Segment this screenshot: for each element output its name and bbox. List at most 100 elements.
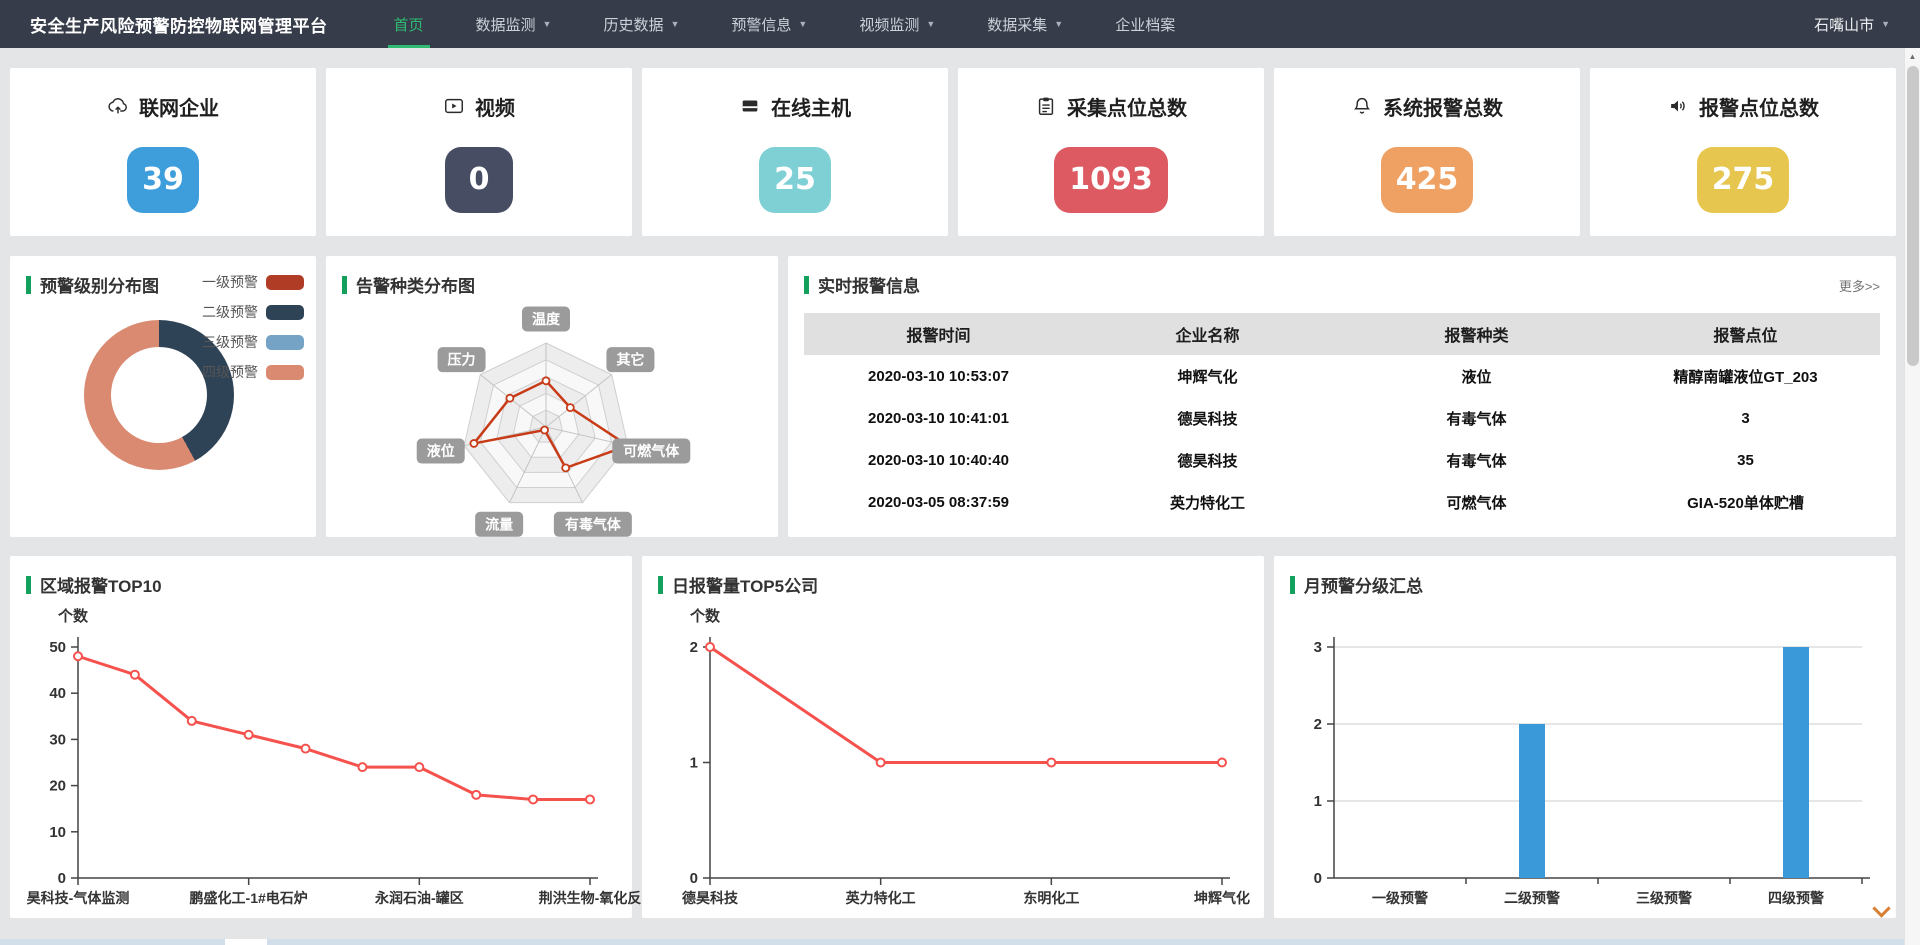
nav-item-home[interactable]: 首页 [368,0,450,48]
stat-cards-row: 联网企业39视频0在线主机25采集点位总数1093系统报警总数425报警点位总数… [10,68,1896,236]
cloud-upload-icon [107,95,129,117]
donut-hole [111,347,207,443]
title-bar-icon [658,576,663,594]
chevron-down-icon: ▼ [1881,19,1890,29]
nav-item-history-data[interactable]: 历史数据 ▼ [577,0,705,48]
clipboard-icon [1035,95,1057,117]
chevron-down-icon: ▼ [543,19,552,29]
title-bar-icon [342,276,347,294]
svg-text:1: 1 [690,755,698,772]
nav-item-video-monitor[interactable]: 视频监测▼ [833,0,961,48]
table-cell: 2020-03-10 10:53:07 [804,355,1073,397]
table-cell: 有毒气体 [1342,439,1611,481]
region-top10-card: 区域报警TOP10 01020304050个数昊科技-气体监测鹏盛化工-1#电石… [10,556,632,918]
svg-text:有毒气体: 有毒气体 [565,516,622,532]
legend-swatch [266,365,304,380]
realtime-alarm-title: 实时报警信息 [788,256,1896,297]
nav-item-label: 历史数据 [603,14,663,35]
table-cell: 坤辉气化 [1073,355,1342,397]
svg-text:其它: 其它 [616,352,644,368]
next-row-peek [0,939,1904,945]
legend-label: 一级预警 [202,272,258,292]
svg-text:2: 2 [1314,716,1322,733]
stat-card-label: 系统报警总数 [1383,92,1503,121]
svg-text:0: 0 [58,870,66,887]
svg-text:0: 0 [1314,870,1322,887]
stat-card-collect-points-total: 采集点位总数1093 [958,68,1264,236]
stat-card-value: 275 [1697,147,1790,213]
region-top10-line-chart: 01020304050个数昊科技-气体监测鹏盛化工-1#电石炉永润石油-罐区荆洪… [18,599,618,914]
legend-item[interactable]: 三级预警 [202,332,304,352]
alarm-kind-card: 告警种类分布图 温度其它可燃气体有毒气体流量液位压力 [326,256,778,537]
nav-item-enterprise-archive[interactable]: 企业档案 [1089,0,1201,48]
video-icon [443,95,465,117]
svg-text:压力: 压力 [448,352,476,368]
title-bar-icon [804,276,809,294]
legend-label: 三级预警 [202,332,258,352]
svg-text:二级预警: 二级预警 [1504,890,1560,906]
nav-item-warning-info[interactable]: 预警信息▼ [705,0,833,48]
table-cell: 德昊科技 [1073,397,1342,439]
stat-card-label: 在线主机 [771,92,851,121]
stat-card-videos: 视频 0 [326,68,632,236]
legend-item[interactable]: 二级预警 [202,302,304,322]
dashboard-main: 联网企业39视频0在线主机25采集点位总数1093系统报警总数425报警点位总数… [0,68,1920,918]
stat-card-value: 25 [759,147,831,213]
legend-swatch [266,335,304,350]
nav-item-data-collect[interactable]: 数据采集▼ [961,0,1089,48]
stat-card-alarm-points-total: 报警点位总数275 [1590,68,1896,236]
svg-text:个数: 个数 [57,607,89,625]
svg-text:昊科技-气体监测: 昊科技-气体监测 [27,890,130,906]
table-cell: 液位 [1342,355,1611,397]
speaker-icon [1667,95,1689,117]
stat-card-header: 视频 [443,92,515,121]
table-row[interactable]: 2020-03-10 10:41:01德昊科技有毒气体3 [804,397,1880,439]
stat-card-label: 采集点位总数 [1067,92,1187,121]
svg-text:德昊科技: 德昊科技 [682,890,739,906]
table-row[interactable]: 2020-03-05 08:37:59英力特化工可燃气体GIA-520单体贮槽 [804,481,1880,523]
svg-text:荆洪生物-氧化反: 荆洪生物-氧化反 [539,890,642,906]
svg-text:英力特化工: 英力特化工 [845,890,916,906]
alarm-column-header: 报警时间 [804,313,1073,355]
legend-item[interactable]: 一级预警 [202,272,304,292]
stat-card-value: 0 [445,147,513,213]
alarm-kind-title: 告警种类分布图 [326,256,778,297]
table-cell: 可燃气体 [1342,481,1611,523]
nav-item-label: 数据采集 [987,14,1047,35]
scrollbar-thumb[interactable] [1907,66,1919,366]
nav-item-data-monitor[interactable]: 数据监测▼ [450,0,578,48]
table-cell: 2020-03-10 10:41:01 [804,397,1073,439]
monthly-summary-card: 月预警分级汇总 0123一级预警二级预警三级预警四级预警 [1274,556,1896,918]
svg-text:个数: 个数 [689,607,721,625]
svg-text:10: 10 [49,824,66,841]
svg-text:三级预警: 三级预警 [1636,890,1692,906]
table-row[interactable]: 2020-03-10 10:53:07坤辉气化液位精醇南罐液位GT_203 [804,355,1880,397]
donut-legend: 一级预警二级预警三级预警四级预警 [202,272,304,382]
svg-text:坤辉气化: 坤辉气化 [1194,890,1250,906]
alarm-column-header: 报警种类 [1342,313,1611,355]
realtime-alarm-card: 实时报警信息 更多>> 报警时间企业名称报警种类报警点位 2020-03-10 … [788,256,1896,537]
svg-text:四级预警: 四级预警 [1768,890,1824,906]
table-row[interactable]: 2020-03-10 10:40:40德昊科技有毒气体35 [804,439,1880,481]
nav-menu: 首页数据监测▼历史数据▼预警信息▼视频监测▼数据采集▼企业档案 [368,0,1202,48]
stat-card-label: 视频 [475,92,515,121]
scrollbar[interactable]: ▲ [1904,48,1920,945]
svg-text:温度: 温度 [532,311,561,327]
nav-item-label: 首页 [394,14,424,35]
stat-card-header: 联网企业 [107,92,219,121]
stat-card-header: 采集点位总数 [1035,92,1187,121]
legend-item[interactable]: 四级预警 [202,362,304,382]
chevron-down-icon: ▼ [926,19,935,29]
bell-icon [1351,95,1373,117]
svg-text:3: 3 [1314,639,1322,656]
next-row-peek-notch [225,939,267,945]
daily-top5-card: 日报警量TOP5公司 012个数德昊科技英力特化工东明化工坤辉气化 [642,556,1264,918]
realtime-alarm-table: 报警时间企业名称报警种类报警点位 2020-03-10 10:53:07坤辉气化… [804,313,1880,523]
region-selector[interactable]: 石嘴山市 ▼ [1814,14,1890,35]
chevron-down-icon: ▼ [670,19,679,29]
region-top10-title-text: 区域报警TOP10 [40,572,162,597]
more-link[interactable]: 更多>> [1839,276,1880,295]
stat-card-online-hosts: 在线主机 25 [642,68,948,236]
region-top10-title: 区域报警TOP10 [10,556,632,597]
scrollbar-up-icon[interactable]: ▲ [1905,48,1920,64]
